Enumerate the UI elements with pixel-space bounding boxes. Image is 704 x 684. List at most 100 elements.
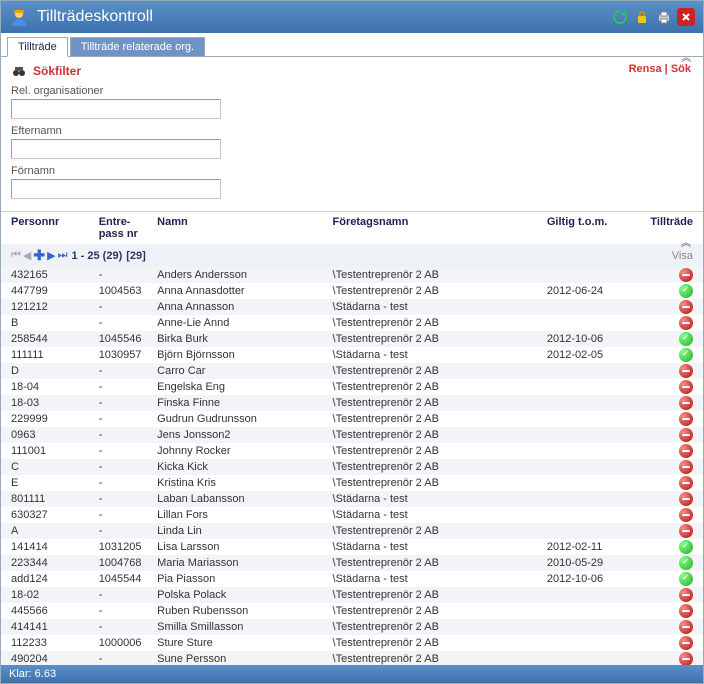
table-row[interactable]: 4477991004563Anna Annasdotter\Testentrep…	[1, 283, 703, 299]
cell-namn: Ruben Rubensson	[157, 605, 332, 617]
cell-status	[644, 412, 693, 426]
print-icon[interactable]	[655, 8, 673, 26]
cell-personnr: 111111	[11, 349, 99, 361]
cell-personnr: C	[11, 461, 99, 473]
table-row[interactable]: 1122331000006Sture Sture\Testentreprenör…	[1, 635, 703, 651]
cell-namn: Pia Piasson	[157, 573, 332, 585]
cell-foretag: \Testentreprenör 2 AB	[333, 605, 547, 617]
cell-foretag: \Testentreprenör 2 AB	[333, 461, 547, 473]
table-row[interactable]: 111001-Johnny Rocker\Testentreprenör 2 A…	[1, 443, 703, 459]
cell-personnr: 18-04	[11, 381, 99, 393]
collapse-table-icon[interactable]: ︽	[681, 234, 691, 249]
table-row[interactable]: 630327-Lillan Fors\Städarna - test	[1, 507, 703, 523]
add-icon[interactable]: ✚	[33, 247, 45, 264]
cell-entre: -	[99, 493, 157, 505]
cell-namn: Lillan Fors	[157, 509, 332, 521]
table-row[interactable]: A-Linda Lin\Testentreprenör 2 AB	[1, 523, 703, 539]
cell-foretag: \Testentreprenör 2 AB	[333, 557, 547, 569]
cell-giltig: 2012-02-11	[547, 541, 644, 553]
cell-status	[644, 556, 693, 570]
filter-title: Sökfilter	[33, 64, 81, 78]
cell-foretag: \Testentreprenör 2 AB	[333, 429, 547, 441]
cell-namn: Birka Burk	[157, 333, 332, 345]
filter-fields: Rel. organisationer Efternamn Förnamn	[11, 79, 693, 207]
cell-personnr: 258544	[11, 333, 99, 345]
status-ok-icon	[679, 332, 693, 346]
table-row[interactable]: 2233441004768Maria Mariasson\Testentrepr…	[1, 555, 703, 571]
cell-status	[644, 268, 693, 282]
table-row[interactable]: 490204-Sune Persson\Testentreprenör 2 AB	[1, 651, 703, 665]
next-page-icon[interactable]: ▶	[47, 249, 55, 262]
lock-icon[interactable]	[633, 8, 651, 26]
cell-foretag: \Testentreprenör 2 AB	[333, 477, 547, 489]
col-foretag[interactable]: Företagsnamn	[333, 216, 547, 240]
status-ok-icon	[679, 556, 693, 570]
table-row[interactable]: 121212-Anna Annasson\Städarna - test	[1, 299, 703, 315]
cell-foretag: \Städarna - test	[333, 301, 547, 313]
status-ok-icon	[679, 540, 693, 554]
prev-page-icon[interactable]: ◀	[23, 249, 31, 262]
cell-personnr: 0963	[11, 429, 99, 441]
pager-nav: ⏮ ◀ ✚ ▶ ⏭	[11, 247, 67, 264]
table-row[interactable]: 801111-Laban Labansson\Städarna - test	[1, 491, 703, 507]
visa-link[interactable]: Visa	[672, 250, 693, 262]
table-row[interactable]: 18-04-Engelska Eng\Testentreprenör 2 AB	[1, 379, 703, 395]
input-rel-org[interactable]	[11, 99, 221, 119]
cell-entre: -	[99, 621, 157, 633]
col-entre[interactable]: Entre- pass nr	[99, 216, 157, 240]
cell-status	[644, 476, 693, 490]
first-page-icon[interactable]: ⏮	[11, 249, 21, 262]
tab-related-org[interactable]: Tillträde relaterade org.	[70, 37, 205, 57]
col-giltig[interactable]: Giltig t.o.m.	[547, 216, 644, 240]
table-row[interactable]: 2585441045546Birka Burk\Testentreprenör …	[1, 331, 703, 347]
cell-entre: -	[99, 445, 157, 457]
cell-entre: -	[99, 509, 157, 521]
cell-namn: Gudrun Gudrunsson	[157, 413, 332, 425]
table-row[interactable]: add1241045544Pia Piasson\Städarna - test…	[1, 571, 703, 587]
search-link[interactable]: Sök	[671, 63, 691, 75]
table-row[interactable]: 445566-Ruben Rubensson\Testentreprenör 2…	[1, 603, 703, 619]
cell-status	[644, 316, 693, 330]
cell-foretag: \Testentreprenör 2 AB	[333, 589, 547, 601]
cell-personnr: D	[11, 365, 99, 377]
table-row[interactable]: 432165-Anders Andersson\Testentreprenör …	[1, 267, 703, 283]
cell-foretag: \Städarna - test	[333, 541, 547, 553]
cell-foretag: \Testentreprenör 2 AB	[333, 445, 547, 457]
status-no-icon	[679, 508, 693, 522]
table-row[interactable]: 18-03-Finska Finne\Testentreprenör 2 AB	[1, 395, 703, 411]
collapse-icon[interactable]: ︽	[681, 49, 691, 64]
table-row[interactable]: B-Anne-Lie Annd\Testentreprenör 2 AB	[1, 315, 703, 331]
col-namn[interactable]: Namn	[157, 216, 332, 240]
status-no-icon	[679, 316, 693, 330]
cell-entre: 1045546	[99, 333, 157, 345]
cell-status	[644, 492, 693, 506]
table-row[interactable]: E-Kristina Kris\Testentreprenör 2 AB	[1, 475, 703, 491]
col-personnr[interactable]: Personnr	[11, 216, 99, 240]
cell-foretag: \Testentreprenör 2 AB	[333, 269, 547, 281]
last-page-icon[interactable]: ⏭	[58, 249, 68, 262]
cell-entre: -	[99, 653, 157, 665]
table-row[interactable]: 414141-Smilla Smillasson\Testentreprenör…	[1, 619, 703, 635]
tab-tilltrade[interactable]: Tillträde	[7, 37, 68, 57]
table-row[interactable]: 1414141031205Lisa Larsson\Städarna - tes…	[1, 539, 703, 555]
status-no-icon	[679, 604, 693, 618]
input-efternamn[interactable]	[11, 139, 221, 159]
table-row[interactable]: 18-02-Polska Polack\Testentreprenör 2 AB	[1, 587, 703, 603]
cell-personnr: 414141	[11, 621, 99, 633]
close-button[interactable]	[677, 8, 695, 26]
table-row[interactable]: C-Kicka Kick\Testentreprenör 2 AB	[1, 459, 703, 475]
cell-giltig: 2012-02-05	[547, 349, 644, 361]
input-fornamn[interactable]	[11, 179, 221, 199]
cell-status	[644, 364, 693, 378]
table-row[interactable]: 0963-Jens Jonsson2\Testentreprenör 2 AB	[1, 427, 703, 443]
cell-status	[644, 636, 693, 650]
clear-link[interactable]: Rensa	[629, 63, 662, 75]
table-row[interactable]: 229999-Gudrun Gudrunsson\Testentreprenör…	[1, 411, 703, 427]
table-row[interactable]: D-Carro Car\Testentreprenör 2 AB	[1, 363, 703, 379]
refresh-icon[interactable]	[611, 8, 629, 26]
status-no-icon	[679, 300, 693, 314]
cell-status	[644, 460, 693, 474]
table-row[interactable]: 1111111030957Björn Björnsson\Städarna - …	[1, 347, 703, 363]
status-no-icon	[679, 444, 693, 458]
pager-pages[interactable]: [29]	[126, 250, 146, 262]
